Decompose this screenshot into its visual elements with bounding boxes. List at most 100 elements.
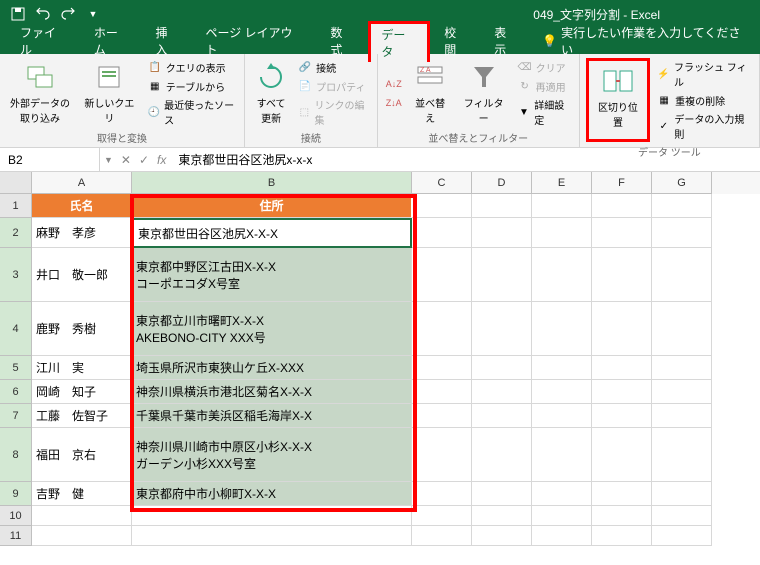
text-to-columns-button[interactable]: 区切り位置: [591, 63, 645, 131]
col-header-F[interactable]: F: [592, 172, 652, 194]
sort-button[interactable]: Z A 並べ替え: [408, 58, 453, 128]
cell-G11[interactable]: [652, 526, 712, 546]
cell-G2[interactable]: [652, 218, 712, 248]
cell-G6[interactable]: [652, 380, 712, 404]
cell-F6[interactable]: [592, 380, 652, 404]
cell-G3[interactable]: [652, 248, 712, 302]
cell-A4[interactable]: 鹿野 秀樹: [32, 302, 132, 356]
cell-A2[interactable]: 麻野 孝彦: [32, 218, 132, 248]
col-header-G[interactable]: G: [652, 172, 712, 194]
cell-F5[interactable]: [592, 356, 652, 380]
enter-formula-icon[interactable]: ✓: [139, 153, 149, 167]
cell-A8[interactable]: 福田 京右: [32, 428, 132, 482]
flash-fill-button[interactable]: ⚡フラッシュ フィル: [654, 58, 753, 90]
cell-E7[interactable]: [532, 404, 592, 428]
cell-F1[interactable]: [592, 194, 652, 218]
col-header-E[interactable]: E: [532, 172, 592, 194]
cell-D11[interactable]: [472, 526, 532, 546]
cell-D1[interactable]: [472, 194, 532, 218]
cell-D2[interactable]: [472, 218, 532, 248]
tell-me-search[interactable]: 💡 実行したい作業を入力してください: [542, 24, 752, 58]
advanced-filter-button[interactable]: ▼詳細設定: [515, 96, 573, 128]
cell-D9[interactable]: [472, 482, 532, 506]
cell-E11[interactable]: [532, 526, 592, 546]
cell-F8[interactable]: [592, 428, 652, 482]
remove-duplicates-button[interactable]: ▦重複の削除: [654, 91, 753, 109]
col-header-D[interactable]: D: [472, 172, 532, 194]
cell-E6[interactable]: [532, 380, 592, 404]
from-table-button[interactable]: ▦テーブルから: [145, 77, 238, 95]
cell-E4[interactable]: [532, 302, 592, 356]
cell-C4[interactable]: [412, 302, 472, 356]
cell-C8[interactable]: [412, 428, 472, 482]
edit-links-button[interactable]: ⬚リンクの編集: [295, 96, 371, 128]
cell-D3[interactable]: [472, 248, 532, 302]
row-header-3[interactable]: 3: [0, 248, 32, 302]
cell-C5[interactable]: [412, 356, 472, 380]
cell-F9[interactable]: [592, 482, 652, 506]
cell-F11[interactable]: [592, 526, 652, 546]
clear-filter-button[interactable]: ⌫クリア: [515, 58, 573, 76]
cell-A11[interactable]: [32, 526, 132, 546]
row-header-5[interactable]: 5: [0, 356, 32, 380]
cell-A5[interactable]: 江川 実: [32, 356, 132, 380]
recent-sources-button[interactable]: 🕘最近使ったソース: [145, 96, 238, 128]
cell-D7[interactable]: [472, 404, 532, 428]
row-header-6[interactable]: 6: [0, 380, 32, 404]
cell-G9[interactable]: [652, 482, 712, 506]
cell-A6[interactable]: 岡崎 知子: [32, 380, 132, 404]
col-header-A[interactable]: A: [32, 172, 132, 194]
reapply-button[interactable]: ↻再適用: [515, 77, 573, 95]
cell-D10[interactable]: [472, 506, 532, 526]
show-queries-button[interactable]: 📋クエリの表示: [145, 58, 238, 76]
cell-B10[interactable]: [132, 506, 412, 526]
formula-bar[interactable]: 東京都世田谷区池尻x-x-x: [170, 151, 760, 168]
cell-B11[interactable]: [132, 526, 412, 546]
row-header-8[interactable]: 8: [0, 428, 32, 482]
cell-C6[interactable]: [412, 380, 472, 404]
cell-A7[interactable]: 工藤 佐智子: [32, 404, 132, 428]
cell-B4[interactable]: 東京都立川市曙町X-X-X AKEBONO-CITY XXX号: [132, 302, 412, 356]
cell-G1[interactable]: [652, 194, 712, 218]
cell-E8[interactable]: [532, 428, 592, 482]
refresh-all-button[interactable]: すべて 更新: [251, 58, 291, 128]
col-header-C[interactable]: C: [412, 172, 472, 194]
row-header-2[interactable]: 2: [0, 218, 32, 248]
cell-G10[interactable]: [652, 506, 712, 526]
cell-C3[interactable]: [412, 248, 472, 302]
cell-F4[interactable]: [592, 302, 652, 356]
cell-E9[interactable]: [532, 482, 592, 506]
select-all-corner[interactable]: [0, 172, 32, 194]
cell-E2[interactable]: [532, 218, 592, 248]
cell-A9[interactable]: 吉野 健: [32, 482, 132, 506]
fx-icon[interactable]: fx: [157, 153, 166, 167]
cell-B6[interactable]: 神奈川県横浜市港北区菊名X-X-X: [132, 380, 412, 404]
cell-A10[interactable]: [32, 506, 132, 526]
cell-F7[interactable]: [592, 404, 652, 428]
new-query-button[interactable]: 新しいクエリ: [78, 58, 141, 128]
cell-C10[interactable]: [412, 506, 472, 526]
cell-B2[interactable]: 東京都世田谷区池尻X-X-X: [132, 218, 412, 248]
row-header-10[interactable]: 10: [0, 506, 32, 526]
cell-E5[interactable]: [532, 356, 592, 380]
connections-button[interactable]: 🔗接続: [295, 58, 371, 76]
cell-G7[interactable]: [652, 404, 712, 428]
namebox-dropdown-icon[interactable]: ▼: [100, 155, 117, 165]
col-header-B[interactable]: B: [132, 172, 412, 194]
row-header-11[interactable]: 11: [0, 526, 32, 546]
cell-B5[interactable]: 埼玉県所沢市東狭山ケ丘X-XXX: [132, 356, 412, 380]
cell-D4[interactable]: [472, 302, 532, 356]
cell-D8[interactable]: [472, 428, 532, 482]
cell-E1[interactable]: [532, 194, 592, 218]
row-header-9[interactable]: 9: [0, 482, 32, 506]
cell-B8[interactable]: 神奈川県川崎市中原区小杉X-X-X ガーデン小杉XXX号室: [132, 428, 412, 482]
cell-D5[interactable]: [472, 356, 532, 380]
cell-C1[interactable]: [412, 194, 472, 218]
cell-C9[interactable]: [412, 482, 472, 506]
cell-B1[interactable]: 住所: [132, 194, 412, 218]
data-validation-button[interactable]: ✓データの入力規則: [654, 110, 753, 142]
cell-E10[interactable]: [532, 506, 592, 526]
cell-G5[interactable]: [652, 356, 712, 380]
cell-C11[interactable]: [412, 526, 472, 546]
cancel-formula-icon[interactable]: ✕: [121, 153, 131, 167]
